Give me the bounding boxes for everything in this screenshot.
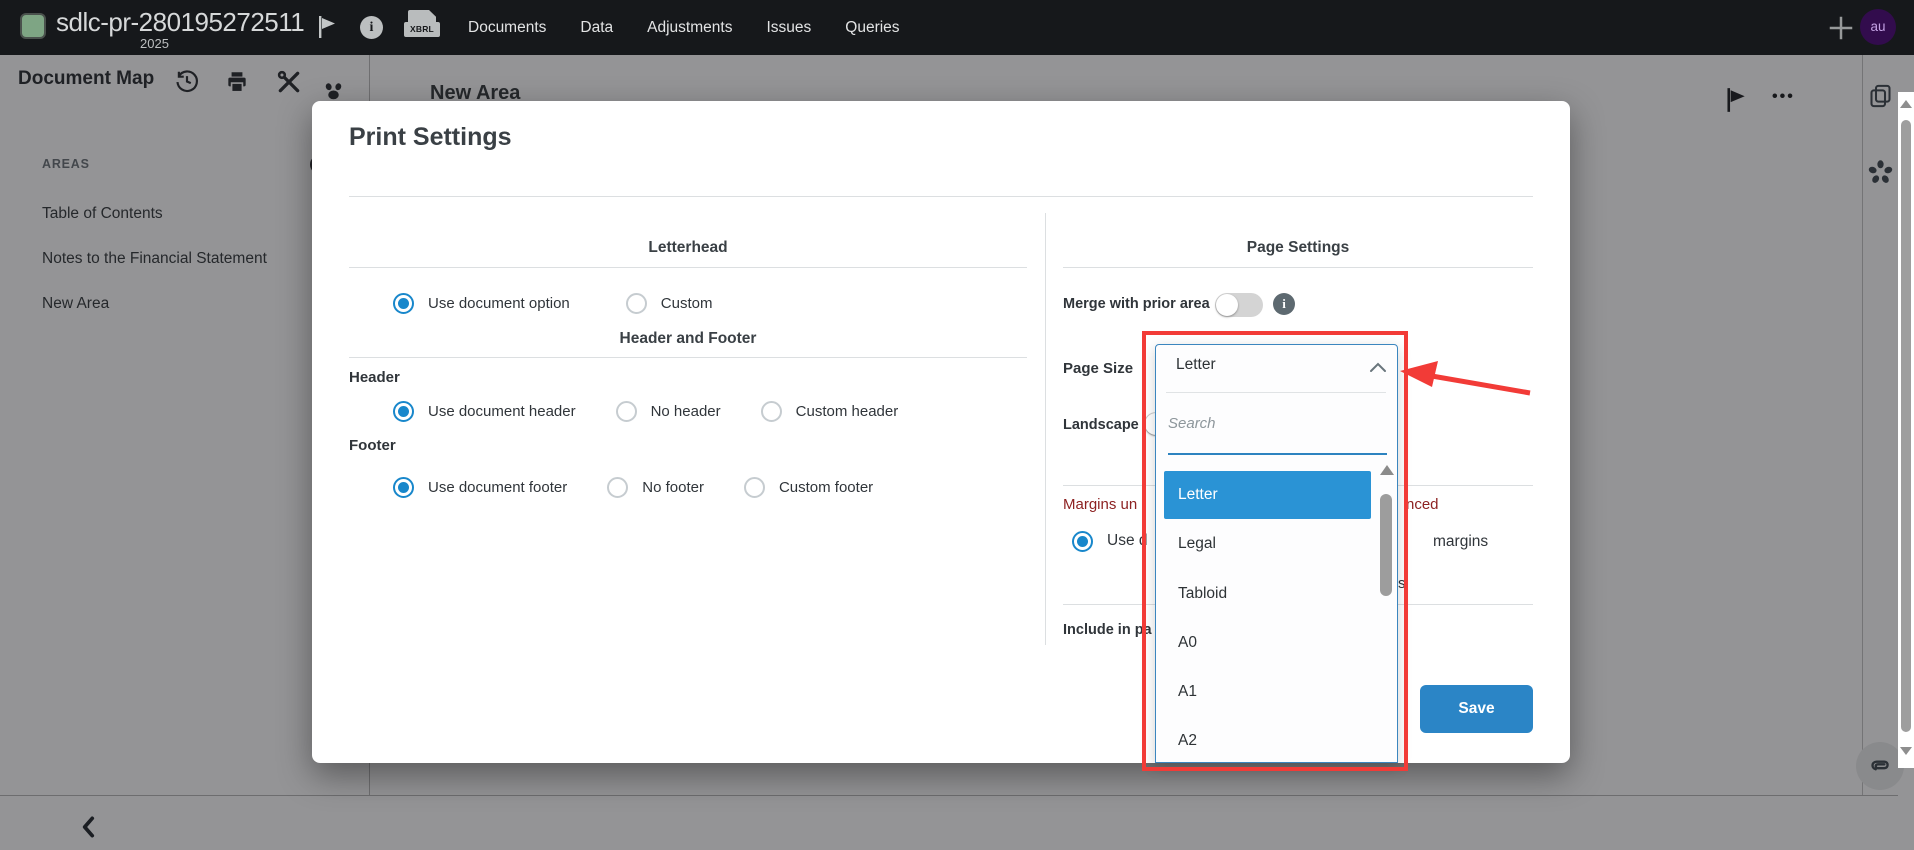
chevron-up-icon[interactable] [1369, 362, 1387, 374]
merge-with-prior-area-label: Merge with prior area [1063, 296, 1210, 312]
header-options: Use document header No header Custom hea… [393, 400, 898, 422]
footer-group-label: Footer [349, 437, 396, 454]
radio-use-document-footer[interactable] [393, 476, 414, 498]
document-year: 2025 [140, 36, 169, 51]
scroll-down-arrow-icon[interactable] [1900, 747, 1912, 755]
list-scrollbar-thumb[interactable] [1380, 494, 1392, 596]
flag-icon[interactable] [314, 13, 338, 41]
dropdown-option-letter-selected[interactable]: Letter [1164, 471, 1371, 519]
margin-text-fragment: s [1398, 575, 1406, 592]
radio-label[interactable]: No header [651, 403, 721, 420]
radio-use-document-header[interactable] [393, 400, 414, 422]
radio-use-document-option[interactable] [393, 292, 414, 314]
letterhead-heading: Letterhead [648, 239, 728, 256]
radio-label[interactable]: Custom header [796, 403, 899, 420]
main-nav: Documents Data Adjustments Issues Querie… [468, 0, 900, 55]
footer-options: Use document footer No footer Custom foo… [393, 476, 873, 498]
nav-adjustments[interactable]: Adjustments [647, 19, 732, 37]
radio-label[interactable]: No footer [642, 479, 704, 496]
radio-custom-letterhead[interactable] [625, 292, 647, 314]
list-scroll-up-icon[interactable] [1380, 465, 1394, 475]
margins-warning-text-fragment: nced [1406, 496, 1439, 513]
radio-label[interactable]: Use document option [428, 295, 570, 312]
radio-no-header[interactable] [615, 400, 637, 422]
dropdown-option-a2[interactable]: A2 [1178, 732, 1197, 750]
margin-options: Use d [1072, 530, 1148, 552]
radio-no-footer[interactable] [607, 476, 629, 498]
page-settings-heading: Page Settings [1246, 239, 1350, 256]
include-in-page-label: Include in pa [1063, 622, 1152, 638]
radio-custom-footer[interactable] [743, 476, 765, 498]
radio-use-document-margins[interactable] [1072, 530, 1093, 552]
landscape-label: Landscape [1063, 417, 1139, 433]
radio-label[interactable]: Use document header [428, 403, 576, 420]
document-title[interactable]: sdlc-pr-280195272511 [56, 7, 305, 38]
add-icon[interactable] [1826, 13, 1856, 43]
dropdown-option-a0[interactable]: A0 [1178, 634, 1197, 652]
radio-label[interactable]: Custom [661, 295, 713, 312]
document-status-icon [20, 13, 46, 39]
scrollbar-thumb[interactable] [1901, 120, 1911, 732]
dropdown-option-legal[interactable]: Legal [1178, 535, 1216, 553]
header-footer-heading: Header and Footer [619, 330, 757, 347]
margins-warning-text: Margins un [1063, 496, 1138, 513]
dropdown-option-tabloid[interactable]: Tabloid [1178, 585, 1227, 603]
margin-option-fragment: margins [1433, 533, 1489, 550]
dialog-title: Print Settings [349, 123, 512, 151]
merge-info-icon[interactable]: i [1273, 293, 1295, 315]
page-size-label: Page Size [1063, 360, 1134, 377]
radio-label[interactable]: Custom footer [779, 479, 873, 496]
scroll-up-arrow-icon[interactable] [1900, 100, 1912, 108]
user-avatar[interactable]: au [1860, 9, 1896, 45]
nav-queries[interactable]: Queries [845, 19, 899, 37]
search-underline [1168, 453, 1387, 455]
page-size-search-input[interactable] [1168, 409, 1368, 437]
option-label: Letter [1178, 486, 1218, 503]
radio-label[interactable]: Use d [1107, 532, 1148, 550]
nav-documents[interactable]: Documents [468, 19, 546, 37]
xbrl-icon[interactable]: XBRL [404, 10, 440, 45]
page-size-dropdown: Letter Letter Legal Tabloid A0 A1 A2 [1155, 344, 1398, 763]
window-scrollbar[interactable] [1898, 92, 1914, 768]
radio-label[interactable]: Use document footer [428, 479, 567, 496]
top-bar: sdlc-pr-280195272511 2025 i XBRL Documen… [0, 0, 1914, 55]
radio-custom-header[interactable] [760, 400, 782, 422]
header-group-label: Header [349, 369, 400, 386]
letterhead-options: Use document option Custom [393, 292, 712, 314]
nav-issues[interactable]: Issues [766, 19, 811, 37]
info-icon[interactable]: i [360, 16, 383, 39]
save-button[interactable]: Save [1420, 685, 1533, 733]
nav-data[interactable]: Data [580, 19, 613, 37]
merge-toggle[interactable] [1215, 293, 1263, 317]
dropdown-option-a1[interactable]: A1 [1178, 683, 1197, 701]
page-size-selected-value[interactable]: Letter [1176, 356, 1216, 374]
